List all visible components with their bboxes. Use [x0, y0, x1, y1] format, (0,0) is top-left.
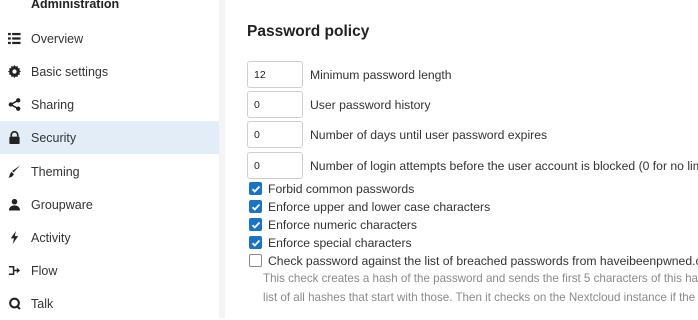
- sidebar-item-label: Basic settings: [31, 64, 109, 79]
- numeric-row[interactable]: Enforce numeric characters: [249, 216, 698, 234]
- contacts-icon: [7, 198, 21, 212]
- sidebar-item-theming[interactable]: Theming: [0, 155, 219, 188]
- sidebar-item-label: Talk: [31, 296, 54, 311]
- sidebar-item-label: Security: [31, 130, 77, 145]
- brush-icon: [7, 165, 21, 179]
- breached-check-checkbox[interactable]: [249, 254, 262, 267]
- sidebar-item-groupware[interactable]: Groupware: [0, 188, 219, 221]
- min-length-input[interactable]: [247, 61, 303, 88]
- breached-check-label: Check password against the list of breac…: [268, 254, 698, 268]
- sidebar-item-label: Flow: [31, 263, 58, 278]
- admin-sidebar: Administration Overview Basic settings S…: [0, 0, 220, 318]
- lightning-icon: [7, 231, 21, 245]
- sidebar-item-security[interactable]: Security: [0, 121, 219, 154]
- numeric-label: Enforce numeric characters: [268, 218, 418, 232]
- sidebar-scrollbar[interactable]: [219, 0, 225, 318]
- sidebar-item-talk[interactable]: Talk: [0, 287, 219, 320]
- sidebar-item-activity[interactable]: Activity: [0, 221, 219, 254]
- forbid-common-label: Forbid common passwords: [268, 182, 415, 196]
- list-icon: [7, 32, 21, 46]
- gear-icon: [7, 65, 21, 79]
- expiry-days-label: Number of days until user password expir…: [310, 127, 548, 142]
- sidebar-item-sharing[interactable]: Sharing: [0, 88, 219, 121]
- checkmark-icon: [251, 221, 260, 229]
- upper-lower-checkbox[interactable]: [249, 200, 262, 213]
- sidebar-item-basic-settings[interactable]: Basic settings: [0, 55, 219, 88]
- share-icon: [7, 98, 21, 112]
- checkmark-icon: [251, 239, 260, 247]
- numeric-checkbox[interactable]: [249, 218, 262, 231]
- upper-lower-label: Enforce upper and lower case characters: [268, 200, 491, 214]
- checkmark-icon: [251, 203, 260, 211]
- sidebar-item-label: Groupware: [31, 197, 93, 212]
- login-attempts-row: Number of login attempts before the user…: [247, 152, 698, 179]
- sidebar-item-label: Sharing: [31, 97, 75, 112]
- breached-help-line-2: list of all hashes that start with those…: [263, 291, 698, 304]
- password-history-row: User password history: [247, 91, 698, 118]
- min-length-label: Minimum password length: [310, 67, 452, 82]
- expiry-days-row: Number of days until user password expir…: [247, 121, 698, 148]
- login-attempts-input[interactable]: [247, 152, 303, 179]
- sidebar-item-label: Overview: [31, 31, 84, 46]
- section-title: Password policy: [247, 23, 370, 40]
- password-policy-section: Password policy Minimum password length …: [226, 0, 698, 318]
- min-length-row: Minimum password length: [247, 61, 698, 88]
- sidebar-heading: Administration: [31, 0, 120, 11]
- special-chars-checkbox[interactable]: [249, 236, 262, 249]
- breached-help-line-1: This check creates a hash of the passwor…: [263, 272, 698, 285]
- sidebar-item-label: Activity: [31, 230, 71, 245]
- forbid-common-checkbox[interactable]: [249, 182, 262, 195]
- expiry-days-input[interactable]: [247, 121, 303, 148]
- checkmark-icon: [251, 185, 260, 193]
- password-history-input[interactable]: [247, 91, 303, 118]
- special-chars-label: Enforce special characters: [268, 236, 412, 250]
- talk-icon: [7, 297, 21, 311]
- flow-icon: [7, 264, 21, 278]
- password-history-label: User password history: [310, 97, 431, 112]
- sidebar-item-label: Theming: [31, 164, 80, 179]
- sidebar-item-overview[interactable]: Overview: [0, 22, 219, 55]
- login-attempts-label: Number of login attempts before the user…: [310, 158, 698, 173]
- special-chars-row[interactable]: Enforce special characters: [249, 234, 698, 252]
- upper-lower-row[interactable]: Enforce upper and lower case characters: [249, 198, 698, 216]
- sidebar-item-flow[interactable]: Flow: [0, 254, 219, 287]
- forbid-common-row[interactable]: Forbid common passwords: [249, 180, 698, 198]
- breached-check-row[interactable]: Check password against the list of breac…: [249, 252, 698, 270]
- lock-icon: [7, 131, 21, 145]
